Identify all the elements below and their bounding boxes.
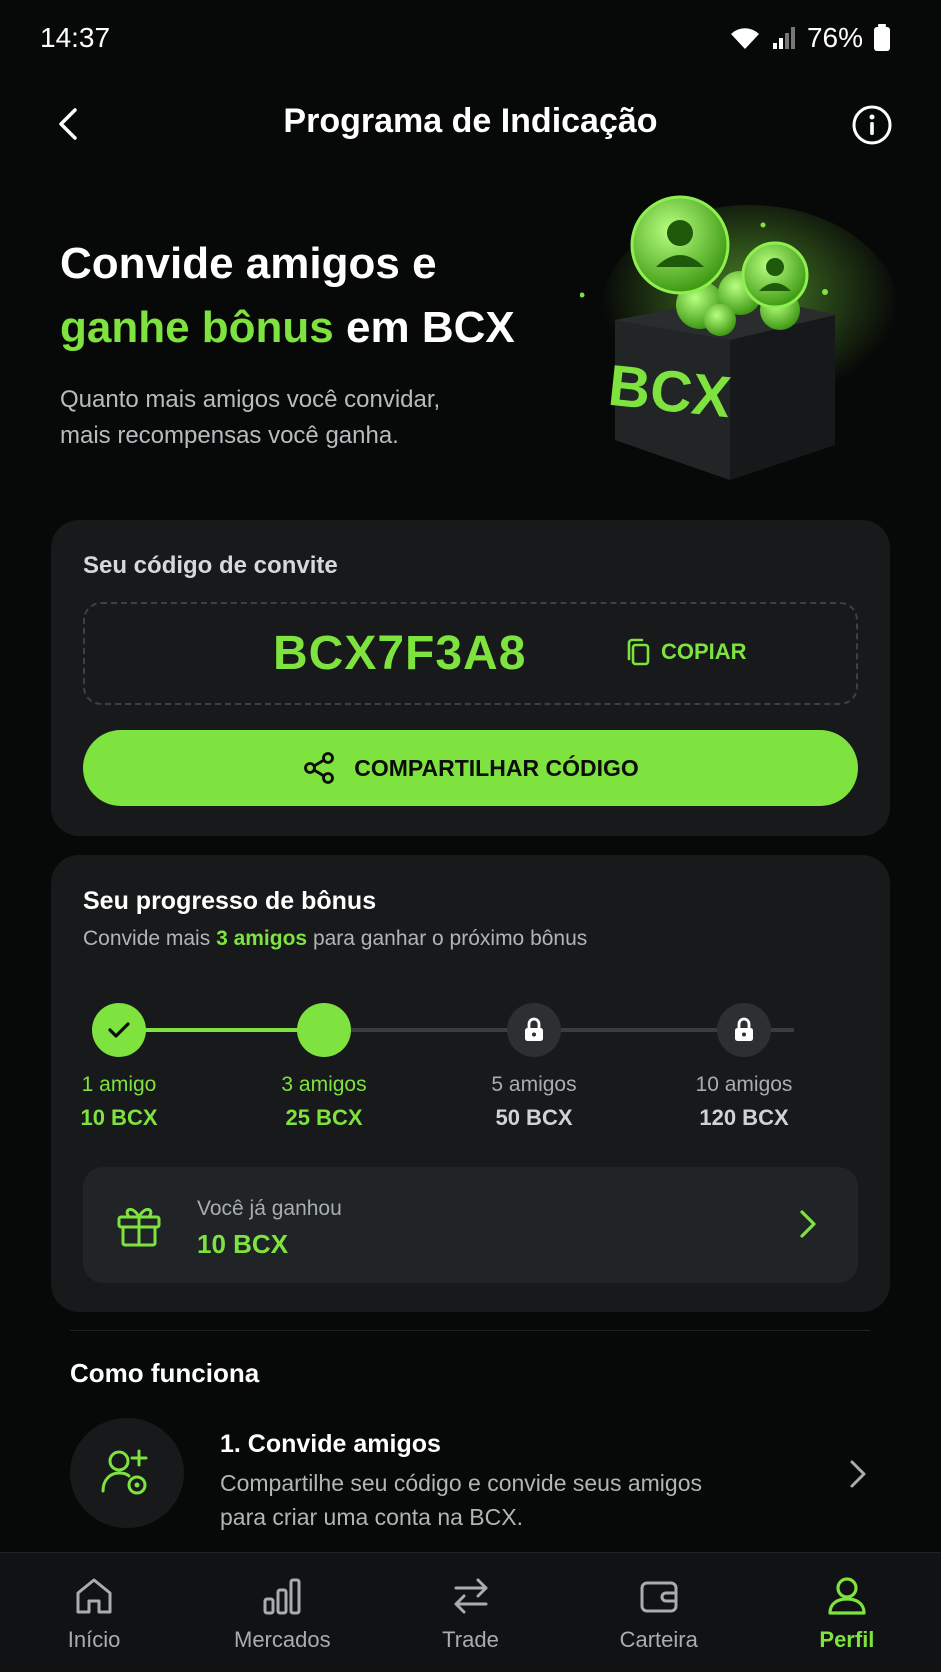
hero-title: Convide amigos e ganhe bônus em BCX	[60, 232, 580, 360]
progress-title: Seu progresso de bônus	[83, 887, 377, 915]
how-step-title: 1. Convide amigos	[220, 1430, 441, 1458]
chevron-right-icon	[850, 1460, 866, 1488]
hero-subtitle-line2: mais recompensas você ganha.	[60, 422, 399, 449]
progress-subtitle: Convide mais 3 amigos para ganhar o próx…	[83, 927, 587, 951]
page-title: Programa de Indicação	[283, 102, 658, 140]
hero-subtitle: Quanto mais amigos você convidar, mais r…	[60, 382, 520, 454]
step-label-4: 10 amigos	[695, 1073, 793, 1096]
status-time: 14:37	[40, 22, 111, 53]
step-label-2: 3 amigos	[281, 1073, 367, 1096]
step-node-4	[717, 1003, 771, 1057]
status-icons: 76%	[729, 22, 891, 54]
top-bar: Programa de Indicação	[0, 90, 941, 160]
invite-code-box: BCX7F3A8 COPIAR	[83, 602, 858, 705]
share-code-button[interactable]: COMPARTILHAR CÓDIGO	[83, 730, 858, 806]
step-node-2	[297, 1003, 351, 1057]
status-bar: 14:37 76%	[0, 0, 941, 80]
bonus-progress-card: Seu progresso de bônus Convide mais 3 am…	[51, 855, 890, 1312]
nav-label-trade: Trade	[442, 1627, 499, 1652]
step-amount-3: 50 BCX	[495, 1105, 573, 1130]
hero-title-line2: ganhe bônus em BCX	[60, 296, 580, 360]
battery-icon	[874, 24, 890, 51]
copy-label: COPIAR	[661, 639, 747, 664]
how-step-desc-line2: para criar uma conta na BCX.	[220, 1504, 523, 1530]
nav-label-inicio: Início	[67, 1627, 121, 1652]
how-step-description: Compartilhe seu código e convide seus am…	[220, 1466, 780, 1534]
how-step-desc-line1: Compartilhe seu código e convide seus am…	[220, 1470, 702, 1496]
section-divider	[70, 1330, 870, 1331]
nav-item-mercados[interactable]: Mercados	[188, 1553, 376, 1672]
progress-sub-suffix: para ganhar o próximo bônus	[307, 927, 588, 950]
earned-summary[interactable]: Você já ganhou 10 BCX	[83, 1167, 858, 1283]
copy-icon	[627, 638, 650, 666]
lock-icon	[525, 1017, 543, 1041]
earned-value: 10 BCX	[197, 1229, 289, 1259]
step-label-3: 5 amigos	[491, 1073, 577, 1096]
wifi-icon	[730, 28, 759, 49]
earned-label: Você já ganhou	[197, 1197, 342, 1220]
step-node-1	[92, 1003, 146, 1057]
chevron-right-icon	[800, 1210, 816, 1238]
step-amount-2: 25 BCX	[285, 1105, 363, 1130]
info-icon	[852, 105, 892, 145]
how-it-works-title: Como funciona	[70, 1358, 260, 1388]
trade-icon	[454, 1578, 487, 1614]
nav-item-perfil[interactable]: Perfil	[753, 1553, 941, 1672]
profile-icon	[828, 1577, 866, 1615]
gift-icon	[117, 1208, 161, 1247]
nav-item-trade[interactable]: Trade	[376, 1553, 564, 1672]
invite-code-card: Seu código de convite BCX7F3A8 COPIAR CO…	[51, 520, 890, 836]
signal-icon	[772, 27, 795, 49]
nav-label-mercados: Mercados	[234, 1627, 331, 1652]
progress-sub-prefix: Convide mais	[83, 927, 217, 950]
invite-code-value: BCX7F3A8	[273, 627, 527, 680]
share-icon	[304, 752, 335, 784]
copy-button[interactable]: COPIAR	[625, 638, 747, 666]
step-node-3	[507, 1003, 561, 1057]
add-user-icon	[101, 1449, 148, 1495]
gift-box-illustration: BCX	[569, 195, 900, 495]
check-icon	[108, 1022, 130, 1038]
nav-item-carteira[interactable]: Carteira	[565, 1553, 753, 1672]
step-label-1: 1 amigo	[81, 1073, 157, 1096]
nav-item-inicio[interactable]: Início	[0, 1553, 188, 1672]
gift-box-label: BCX	[605, 353, 734, 430]
battery-percent: 76%	[806, 22, 863, 53]
hero-subtitle-line1: Quanto mais amigos você convidar,	[60, 386, 441, 413]
share-label: COMPARTILHAR CÓDIGO	[354, 754, 639, 781]
how-it-works-step-1[interactable]: 1. Convide amigos Compartilhe seu código…	[70, 1418, 870, 1530]
home-icon	[76, 1578, 112, 1614]
hero-title-accent: ganhe bônus	[60, 303, 334, 352]
step-amount-1: 10 BCX	[80, 1105, 158, 1130]
invite-code-label: Seu código de convite	[83, 552, 338, 579]
bottom-navigation: Início Mercados Trade Carteira Perfil	[0, 1552, 941, 1672]
how-step-icon-wrap	[70, 1418, 184, 1528]
nav-label-carteira: Carteira	[619, 1627, 698, 1652]
progress-sub-highlight: 3 amigos	[216, 927, 308, 950]
hero-title-line1: Convide amigos e	[60, 239, 437, 288]
step-amount-4: 120 BCX	[699, 1105, 789, 1130]
wallet-icon	[640, 1581, 678, 1613]
nav-label-perfil: Perfil	[819, 1627, 875, 1652]
markets-icon	[263, 1578, 301, 1615]
info-button[interactable]	[851, 104, 893, 146]
hero-title-rest: em BCX	[333, 303, 515, 352]
lock-icon	[735, 1017, 753, 1041]
